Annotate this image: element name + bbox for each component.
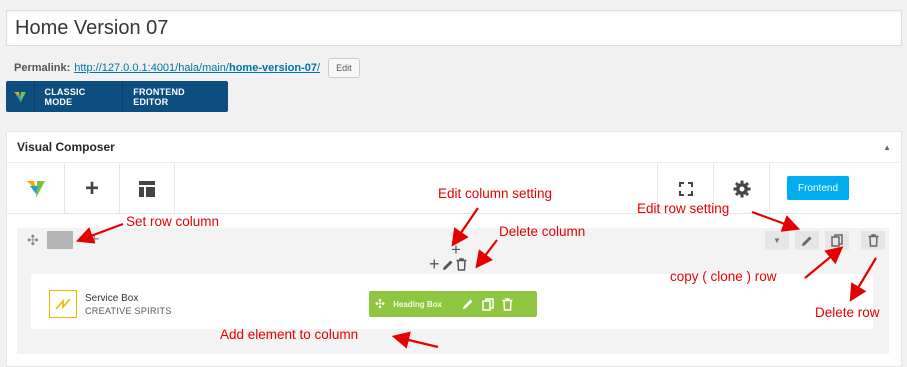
permalink-edit-button[interactable]: Edit <box>328 58 360 78</box>
vc-brand-icon[interactable] <box>7 164 65 214</box>
mode-switch-bar: CLASSIC MODE FRONTEND EDITOR <box>6 81 228 112</box>
annotation-edit-row-setting: Edit row setting <box>637 201 730 216</box>
edit-row-icon[interactable] <box>795 231 819 250</box>
row-column: + Service Box CREATIVE SPIRITS ✣ Heading <box>17 252 889 354</box>
post-title-input[interactable]: Home Version 07 <box>6 10 902 46</box>
service-box-title: Service Box <box>85 292 139 304</box>
service-box-subtitle: CREATIVE SPIRITS <box>85 305 172 316</box>
frontend-button[interactable]: Frontend <box>787 176 849 200</box>
column-edit-icon[interactable] <box>442 259 454 271</box>
row-dropdown-icon[interactable]: ▼ <box>765 231 789 250</box>
permalink: Permalink: http://127.0.0.1:4001/hala/ma… <box>14 58 360 78</box>
visual-composer-panel: Visual Composer ▲ + Frontend ✣ + ▼ + Ser… <box>6 131 902 367</box>
element-clone-icon[interactable] <box>482 297 494 311</box>
element-move-icon[interactable]: ✣ <box>375 297 385 311</box>
delete-row-icon[interactable] <box>861 231 885 250</box>
annotation-edit-column-setting: Edit column setting <box>438 186 553 201</box>
heading-box-element[interactable]: ✣ Heading Box <box>369 291 537 317</box>
permalink-label: Permalink: <box>14 62 71 74</box>
set-row-column-button[interactable] <box>47 231 73 249</box>
row-move-icon[interactable]: ✣ <box>27 231 39 249</box>
heading-box-label: Heading Box <box>393 299 442 309</box>
panel-title: Visual Composer <box>17 140 115 154</box>
annotation-copy-row: copy ( clone ) row <box>670 269 777 284</box>
permalink-link[interactable]: http://127.0.0.1:4001/hala/main/home-ver… <box>74 62 320 74</box>
panel-header[interactable]: Visual Composer ▲ <box>7 132 901 163</box>
annotation-delete-column: Delete column <box>499 224 586 239</box>
add-row-column-icon[interactable]: + <box>89 230 100 248</box>
gear-icon <box>733 180 750 198</box>
annotation-set-row-column: Set row column <box>126 214 220 229</box>
column-add-icon[interactable]: + <box>429 254 440 275</box>
classic-mode-button[interactable]: CLASSIC MODE <box>35 81 123 112</box>
service-box-icon <box>49 290 77 318</box>
fullscreen-icon <box>678 182 693 196</box>
templates-button[interactable] <box>120 164 175 214</box>
add-element-to-column-icon[interactable]: + <box>451 240 461 260</box>
frontend-editor-button[interactable]: FRONTEND EDITOR <box>122 81 228 112</box>
vc-logo-icon <box>6 81 35 112</box>
annotation-delete-row: Delete row <box>815 305 880 320</box>
element-edit-icon[interactable] <box>462 298 474 310</box>
service-box-element[interactable]: Service Box CREATIVE SPIRITS <box>49 290 172 318</box>
add-element-toolbar-button[interactable]: + <box>65 164 120 214</box>
collapse-toggle-icon[interactable]: ▲ <box>883 143 891 152</box>
layout-icon <box>139 181 155 197</box>
clone-row-icon[interactable] <box>825 231 849 250</box>
plus-icon: + <box>84 175 99 202</box>
element-delete-icon[interactable] <box>502 297 513 311</box>
annotation-add-element: Add element to column <box>220 327 359 342</box>
